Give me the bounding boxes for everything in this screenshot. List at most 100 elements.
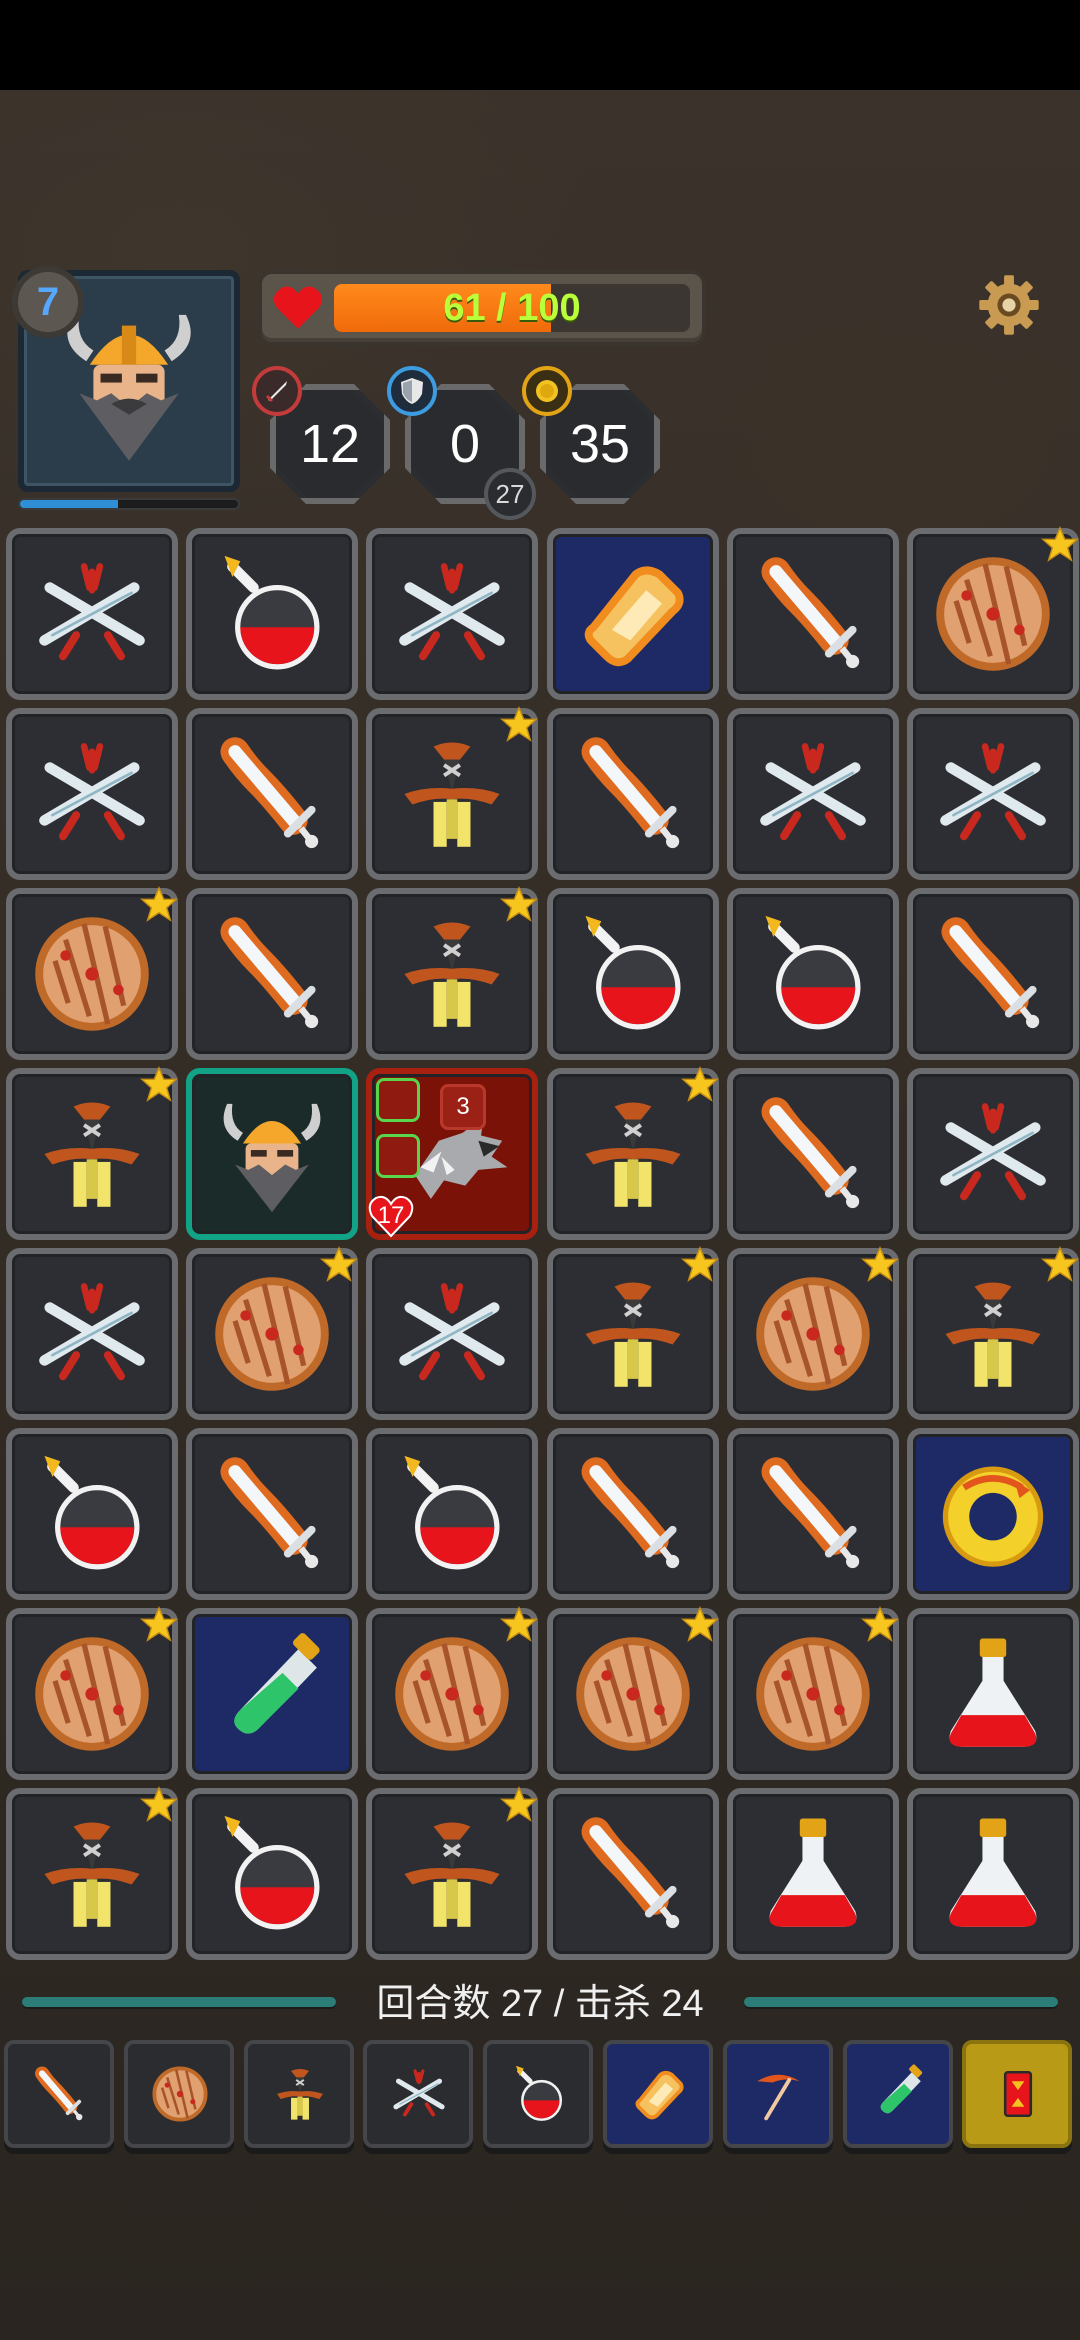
armor-sub-value: 27 — [484, 468, 536, 520]
board-tile-dagger[interactable] — [6, 1786, 178, 1960]
swords-icon — [39, 743, 145, 841]
inventory-slot-red-card[interactable] — [962, 2040, 1072, 2148]
status-bar — [0, 0, 1080, 90]
star-icon — [500, 706, 538, 742]
flame-sword-icon — [581, 1457, 680, 1569]
inventory-slot-scythe[interactable] — [723, 2040, 833, 2148]
inventory-bar — [4, 2040, 1080, 2150]
board-tile-flame-sword[interactable] — [907, 888, 1079, 1060]
claw-ability-icon — [376, 1078, 420, 1122]
inventory-slot-gold-ingot[interactable] — [603, 2040, 713, 2148]
board-tile-swords[interactable] — [907, 708, 1079, 880]
star-icon — [320, 1246, 358, 1282]
turn-divider-left — [22, 1997, 336, 2007]
board-tile-flame-sword[interactable] — [186, 1428, 358, 1600]
swords-icon — [399, 563, 505, 661]
board-tile-swords[interactable] — [6, 1248, 178, 1420]
board-tile-shield[interactable] — [727, 1606, 899, 1780]
enemy-tile[interactable]: 3 17 — [366, 1068, 538, 1240]
inventory-slot-swords[interactable] — [363, 2040, 473, 2148]
flask-icon — [769, 1818, 857, 1927]
board-tile-swords[interactable] — [907, 1068, 1079, 1240]
inventory-slot-potion[interactable] — [483, 2040, 593, 2148]
flame-sword-icon — [220, 1457, 319, 1569]
board-tile-flame-sword[interactable] — [727, 1428, 899, 1600]
board-tile-dagger[interactable] — [907, 1246, 1079, 1420]
board-tile-potion[interactable] — [186, 1788, 358, 1960]
shield-icon — [387, 366, 437, 416]
turn-counter: 回合数 27 / 击杀 24 — [376, 1983, 704, 2025]
board-tile-shield[interactable] — [366, 1606, 538, 1780]
board-tile-shield[interactable] — [6, 886, 178, 1060]
board-tile-flask[interactable] — [907, 1788, 1079, 1960]
board-tile-dagger[interactable] — [366, 886, 538, 1060]
board-tile-swords[interactable] — [6, 708, 178, 880]
board-tile-shield[interactable] — [547, 1606, 719, 1780]
sword-icon — [252, 366, 302, 416]
swords-icon — [399, 1283, 505, 1381]
inventory-slot-green-vial[interactable] — [843, 2040, 953, 2148]
board-tile-swords[interactable] — [6, 528, 178, 700]
gear-icon[interactable] — [976, 272, 1042, 338]
board-tile-shield[interactable] — [186, 1246, 358, 1420]
board-tile-gold-ring[interactable] — [907, 1428, 1079, 1600]
inventory-slot-shield[interactable] — [124, 2040, 234, 2148]
dagger-icon — [44, 1102, 140, 1207]
board-tile-dagger[interactable] — [366, 1786, 538, 1960]
health-text: 61 / 100 — [443, 286, 581, 329]
dagger-icon — [585, 1102, 681, 1207]
board-tile-flame-sword[interactable] — [186, 888, 358, 1060]
gold-ingot-icon — [635, 2070, 684, 2120]
board-tile-flask[interactable] — [727, 1788, 899, 1960]
inventory-slot-flame-sword[interactable] — [4, 2040, 114, 2148]
scythe-icon — [757, 2074, 800, 2121]
red-card-icon — [1003, 2070, 1033, 2118]
board-tile-flame-sword[interactable] — [186, 708, 358, 880]
board-tile-potion[interactable] — [727, 888, 899, 1060]
dagger-icon — [404, 922, 500, 1027]
potion-icon — [585, 915, 681, 1030]
board-tile-dagger[interactable] — [366, 706, 538, 880]
board-tile-potion[interactable] — [186, 528, 358, 700]
board-tile-shield[interactable] — [6, 1606, 178, 1780]
game-board: 3 17 — [6, 526, 1080, 1964]
board-tile-flame-sword[interactable] — [547, 1428, 719, 1600]
board-tile-gold-ingot[interactable] — [547, 528, 719, 700]
bleed-ability-icon — [376, 1134, 420, 1178]
hero-tile[interactable] — [186, 1068, 358, 1240]
board-tile-dagger[interactable] — [547, 1246, 719, 1420]
board-tile-shield[interactable] — [727, 1246, 899, 1420]
swords-icon — [393, 2069, 445, 2117]
flame-sword-icon — [761, 557, 860, 669]
star-icon — [861, 1606, 899, 1642]
hero-icon — [223, 1103, 321, 1213]
inventory-slot-dagger[interactable] — [244, 2040, 354, 2148]
board-tile-swords[interactable] — [366, 528, 538, 700]
board-tile-potion[interactable] — [366, 1428, 538, 1600]
flame-sword-icon — [581, 1817, 680, 1929]
board-tile-flame-sword[interactable] — [727, 528, 899, 700]
board-tile-flame-sword[interactable] — [547, 708, 719, 880]
board-tile-green-vial[interactable] — [186, 1608, 358, 1780]
enemy-hp-value: 17 — [377, 1202, 405, 1229]
board-tile-flame-sword[interactable] — [727, 1068, 899, 1240]
board-tile-swords[interactable] — [366, 1248, 538, 1420]
attack-stat: 12 — [252, 366, 390, 504]
board-tile-flask[interactable] — [907, 1608, 1079, 1780]
star-icon — [500, 886, 538, 922]
dagger-icon — [276, 2069, 324, 2120]
dagger-icon — [404, 742, 500, 847]
board-tile-shield[interactable] — [907, 526, 1079, 700]
green-vial-icon — [234, 1633, 320, 1734]
swords-icon — [39, 563, 145, 661]
swords-icon — [760, 743, 866, 841]
board-tile-potion[interactable] — [6, 1428, 178, 1600]
star-icon — [140, 1786, 178, 1822]
board-tile-swords[interactable] — [727, 708, 899, 880]
board-tile-dagger[interactable] — [6, 1066, 178, 1240]
star-icon — [1041, 1246, 1079, 1282]
potion-icon — [44, 1455, 140, 1570]
board-tile-dagger[interactable] — [547, 1066, 719, 1240]
board-tile-flame-sword[interactable] — [547, 1788, 719, 1960]
board-tile-potion[interactable] — [547, 888, 719, 1060]
